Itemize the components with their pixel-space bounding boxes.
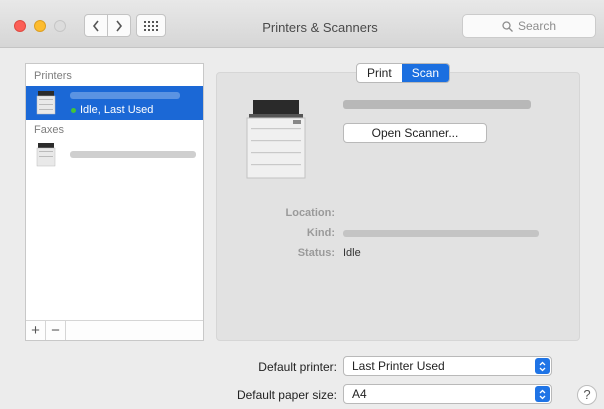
help-button[interactable]: ?	[577, 385, 597, 405]
printer-list: Printers Idle, Last Used Faxes + −	[25, 63, 204, 341]
multifunction-printer-icon	[246, 100, 306, 179]
show-all-button[interactable]	[136, 14, 166, 37]
faxes-section-header: Faxes	[34, 124, 64, 136]
scanner-name-redacted	[343, 100, 531, 109]
default-paper-size-select[interactable]: A4	[343, 384, 552, 404]
kind-label: Kind:	[306, 227, 335, 239]
chevron-updown-icon	[535, 386, 550, 402]
tab-print[interactable]: Print	[357, 64, 402, 82]
status-label: Status:	[297, 247, 335, 259]
minimize-window-button[interactable]	[34, 20, 46, 32]
grid-icon	[144, 20, 158, 31]
close-window-button[interactable]	[14, 20, 26, 32]
printers-scanners-window: Printers & Scanners Search Printers Idle…	[0, 0, 604, 409]
search-placeholder: Search	[517, 19, 557, 33]
printer-status: Idle, Last Used	[80, 104, 154, 116]
add-printer-button[interactable]: +	[26, 321, 46, 340]
fax-name-redacted	[70, 151, 196, 158]
back-button[interactable]	[84, 14, 108, 37]
printer-icon	[36, 91, 56, 115]
fax-printer-icon	[36, 143, 56, 167]
chevron-left-icon	[92, 20, 99, 31]
forward-button[interactable]	[107, 14, 131, 37]
window-title: Printers & Scanners	[262, 20, 378, 35]
chevron-updown-icon	[535, 358, 550, 374]
location-label: Location:	[285, 207, 336, 219]
default-printer-select[interactable]: Last Printer Used	[343, 356, 552, 376]
status-dot-icon	[71, 108, 76, 113]
fax-list-item[interactable]	[26, 140, 203, 174]
zoom-window-button[interactable]	[54, 20, 66, 32]
kind-value-redacted	[343, 230, 539, 237]
remove-printer-button[interactable]: −	[46, 321, 66, 340]
default-printer-label: Default printer:	[258, 360, 337, 374]
print-scan-tabs: Print Scan	[356, 63, 451, 83]
title-bar: Printers & Scanners Search	[0, 0, 604, 48]
open-scanner-button[interactable]: Open Scanner...	[343, 123, 487, 143]
printers-section-header: Printers	[34, 70, 72, 82]
search-icon	[502, 20, 513, 32]
default-paper-size-value: A4	[352, 387, 367, 401]
default-printer-value: Last Printer Used	[352, 359, 445, 373]
status-value: Idle	[343, 247, 361, 259]
printer-name-redacted	[70, 92, 180, 99]
chevron-right-icon	[116, 20, 123, 31]
search-input[interactable]: Search	[462, 14, 596, 38]
add-remove-bar: + −	[26, 320, 203, 340]
tab-scan[interactable]: Scan	[401, 64, 450, 82]
default-paper-size-label: Default paper size:	[236, 388, 337, 402]
